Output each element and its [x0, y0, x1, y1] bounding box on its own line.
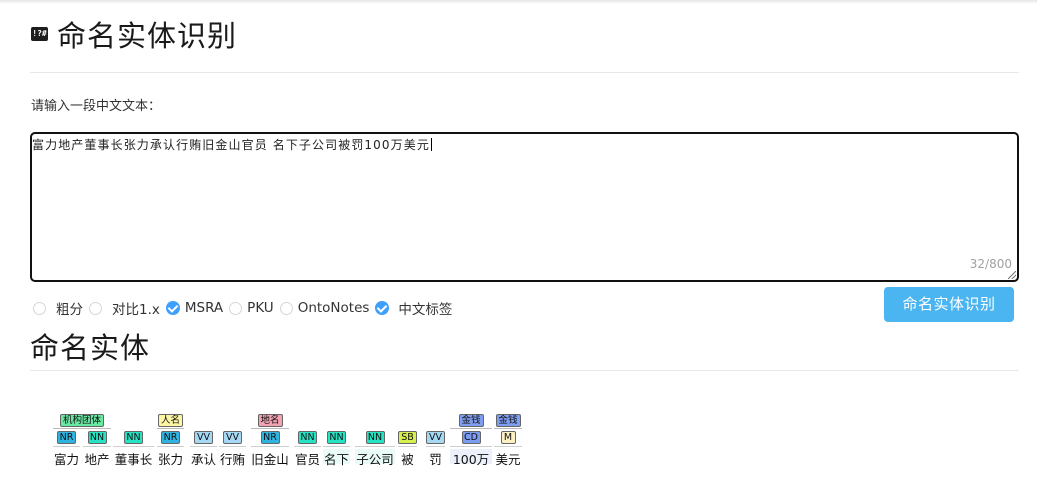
divider [30, 72, 1019, 73]
option-label: OntoNotes [297, 300, 370, 316]
resize-handle-icon[interactable] [1008, 271, 1016, 279]
token-text: 张力 [157, 452, 183, 467]
text-input-value[interactable]: 富力地产董事长张力承认行贿旧金山官员 名下子公司被罚100万美元 [32, 136, 432, 153]
text-input-content: 富力地产董事长张力承认行贿旧金山官员 名下子公司被罚100万美元 [32, 138, 430, 152]
token-text: 罚 [429, 452, 442, 467]
char-counter: 32/800 [969, 257, 1012, 271]
token-text: 承认 [190, 452, 216, 467]
token-underline [251, 446, 289, 447]
pos-tag: NN [327, 431, 346, 444]
token-text: 行贿 [219, 452, 245, 467]
pos-tag: NR [260, 431, 280, 444]
token-underline [53, 446, 80, 447]
token-underline [219, 446, 246, 447]
token-text: 子公司 [356, 452, 394, 467]
option-label: 对比1.x [112, 302, 160, 318]
checked-icon[interactable] [165, 301, 180, 315]
token-text: 董事长 [114, 452, 153, 467]
page-title-text: 命名实体识别 [57, 19, 238, 53]
token-text: 富力 [53, 452, 79, 467]
interrobang-icon: !?# [31, 27, 48, 41]
token-underline [113, 446, 154, 447]
input-label: 请输入一段中文文本： [31, 99, 162, 114]
pos-tag: SB [398, 431, 417, 444]
result-heading: 命名实体 [30, 331, 151, 365]
pos-tag: NR [57, 431, 76, 444]
entity-label: 机构团体 [60, 414, 105, 427]
token-underline [426, 446, 445, 447]
checked-icon[interactable] [375, 301, 390, 315]
token-text: 旧金山 [251, 452, 289, 467]
pos-tag: NN [298, 431, 317, 444]
pos-tag: NN [87, 431, 107, 444]
pos-tag: VV [426, 431, 445, 444]
top-shadow [0, 0, 1037, 4]
pos-tag: M [500, 431, 516, 444]
token-underline [157, 446, 184, 447]
entity-span-line [157, 428, 184, 429]
pos-tag: NR [161, 431, 180, 444]
option-label: 粗分 [56, 302, 83, 318]
option-ontonotes[interactable]: OntoNotes [279, 300, 370, 316]
entity-label: 金钱 [458, 414, 484, 427]
entity-label: 人名 [158, 414, 184, 427]
ner-submit-button[interactable]: 命名实体识别 [884, 287, 1014, 322]
token-text: 100万 [452, 452, 490, 467]
pos-tag: CD [461, 431, 481, 444]
radio-icon[interactable] [229, 301, 243, 315]
entity-label: 金钱 [495, 414, 521, 427]
token-underline [355, 446, 395, 447]
token-text: 被 [401, 452, 414, 467]
token-text: 地产 [84, 452, 110, 467]
options-row: 粗分 对比1.x MSRA PKU OntoNotes 中文标签 [33, 297, 458, 319]
divider [30, 370, 1019, 371]
token-text: 官员 [294, 452, 320, 467]
pos-tag: VV [223, 431, 242, 444]
entity-span-line [251, 428, 289, 429]
token-underline [398, 446, 417, 447]
token-text: 名下 [323, 452, 349, 467]
option-pku[interactable]: PKU [229, 300, 274, 316]
token-underline [323, 446, 350, 447]
token-underline [450, 446, 492, 447]
option-label: PKU [247, 300, 274, 316]
option-coarse[interactable]: 粗分 [33, 298, 83, 318]
token-text: 美元 [495, 452, 521, 467]
text-caret [430, 138, 432, 151]
token-underline [83, 446, 111, 447]
option-chinese-tags[interactable]: 中文标签 [375, 298, 452, 318]
option-label: MSRA [184, 300, 224, 316]
token-underline [294, 446, 321, 447]
option-msra[interactable]: MSRA [165, 300, 224, 316]
token-underline [494, 446, 522, 447]
pos-tag: NN [365, 431, 385, 444]
radio-icon[interactable] [279, 301, 293, 315]
option-compare-1x[interactable]: 对比1.x [89, 298, 160, 318]
page-title: !?# 命名实体识别 [31, 14, 237, 54]
entity-label: 地名 [257, 414, 283, 427]
radio-icon[interactable] [33, 301, 46, 315]
option-label: 中文标签 [398, 302, 453, 318]
token-underline [190, 446, 217, 447]
radio-icon[interactable] [89, 301, 102, 315]
entity-span-line [450, 428, 492, 429]
text-input[interactable]: 富力地产董事长张力承认行贿旧金山官员 名下子公司被罚100万美元 32/800 [30, 132, 1019, 282]
ner-visualization: 富力 NR 地产 NN 董事长 NN 张力 NR 承认 VV 行贿 VV 旧金山 NR 官员 NN 名下 NN 子公… [0, 408, 1037, 468]
pos-tag: VV [194, 431, 213, 444]
pos-tag: NN [124, 431, 143, 444]
entity-span-line [494, 428, 522, 429]
entity-span-line [53, 428, 111, 429]
